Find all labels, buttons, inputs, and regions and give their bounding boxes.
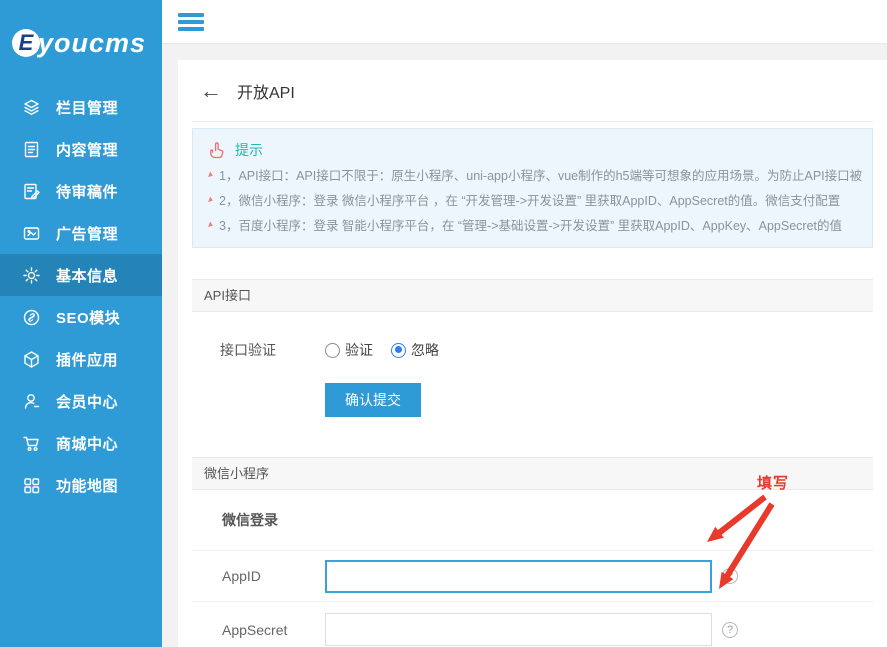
page-title: 开放API [237, 79, 295, 103]
sidebar-menu: 栏目管理 内容管理 待审稿件 广告管理 [0, 86, 162, 506]
verify-radio-group: 验证 忽略 [325, 340, 457, 360]
sidebar-item-label: 会员中心 [56, 391, 118, 412]
logo-text: youcms [38, 28, 146, 59]
help-question-icon[interactable]: ? [722, 622, 738, 638]
sidebar-item-content-manage[interactable]: 内容管理 [0, 128, 162, 170]
sidebar-item-label: 商城中心 [56, 433, 118, 454]
sidebar-item-member-center[interactable]: 会员中心 [0, 380, 162, 422]
help-question-icon[interactable]: ? [722, 568, 738, 584]
sidebar-item-label: 栏目管理 [56, 97, 118, 118]
wechat-login-subheader: 微信登录 [192, 490, 873, 551]
sidebar-item-basic-info[interactable]: 基本信息 [0, 254, 162, 296]
page-header: ← 开放API [192, 60, 873, 122]
appid-input[interactable] [325, 560, 712, 593]
sidebar-item-ad-manage[interactable]: 广告管理 [0, 212, 162, 254]
sidebar-item-label: 插件应用 [56, 349, 118, 370]
appid-label: AppID [222, 568, 325, 584]
sidebar-item-column-manage[interactable]: 栏目管理 [0, 86, 162, 128]
radio-checked-icon[interactable] [391, 343, 406, 358]
cart-icon [22, 434, 41, 453]
grid-icon [22, 476, 41, 495]
api-verify-row: 接口验证 验证 忽略 [220, 340, 873, 360]
tip-line: 1，API接口：API接口不限于：原生小程序、uni-app小程序、vue制作的… [207, 162, 858, 187]
tip-line: 2，微信小程序：登录 微信小程序平台 ，在 “开发管理->开发设置” 里获取Ap… [207, 187, 858, 212]
pointing-hand-icon [207, 140, 227, 160]
radio-option-verify[interactable]: 验证 [325, 340, 373, 360]
eyoucms-logo[interactable]: E youcms [0, 0, 162, 68]
member-icon [22, 392, 41, 411]
hamburger-icon[interactable] [178, 13, 204, 31]
bullet-marker-icon [208, 221, 214, 228]
tips-box: 提示 1，API接口：API接口不限于：原生小程序、uni-app小程序、vue… [192, 128, 873, 248]
main-panel: ← 开放API 提示 1，API接口：API接口不限于：原生小程序、uni-ap… [178, 60, 887, 647]
radio-option-ignore[interactable]: 忽略 [391, 340, 439, 360]
appsecret-row: AppSecret ? [192, 602, 873, 647]
sidebar-item-feature-map[interactable]: 功能地图 [0, 464, 162, 506]
submit-button[interactable]: 确认提交 [325, 383, 421, 417]
content-doc-icon [22, 140, 41, 159]
sidebar-item-label: 待审稿件 [56, 181, 118, 202]
radio-unchecked-icon[interactable] [325, 343, 340, 358]
page: E youcms 栏目管理 内容管理 待审稿件 [0, 0, 887, 647]
topbar [162, 0, 887, 44]
sidebar-item-label: SEO模块 [56, 307, 120, 328]
sidebar-item-label: 广告管理 [56, 223, 118, 244]
pending-doc-icon [22, 182, 41, 201]
sidebar-item-pending-articles[interactable]: 待审稿件 [0, 170, 162, 212]
appsecret-label: AppSecret [222, 622, 325, 638]
tips-title: 提示 [235, 140, 263, 160]
sidebar-item-mall-center[interactable]: 商城中心 [0, 422, 162, 464]
gear-icon [22, 266, 41, 285]
tip-text: 2，微信小程序：登录 微信小程序平台 ，在 “开发管理->开发设置” 里获取Ap… [219, 190, 840, 209]
radio-label: 忽略 [411, 340, 439, 360]
ad-icon [22, 224, 41, 243]
bullet-marker-icon [208, 196, 214, 203]
tip-text: 1，API接口：API接口不限于：原生小程序、uni-app小程序、vue制作的… [219, 165, 862, 184]
tip-text: 3，百度小程序：登录 智能小程序平台，在 “管理->基础设置->开发设置” 里获… [219, 215, 842, 234]
plugin-cube-icon [22, 350, 41, 369]
sidebar: E youcms 栏目管理 内容管理 待审稿件 [0, 0, 162, 647]
appid-row: AppID ? [192, 551, 873, 602]
sidebar-item-label: 功能地图 [56, 475, 118, 496]
field-label: 接口验证 [220, 340, 325, 360]
sidebar-item-label: 内容管理 [56, 139, 118, 160]
back-arrow-icon[interactable]: ← [200, 80, 222, 102]
tip-line: 3，百度小程序：登录 智能小程序平台，在 “管理->基础设置->开发设置” 里获… [207, 212, 858, 237]
appsecret-input[interactable] [325, 613, 712, 646]
bullet-marker-icon [208, 171, 214, 178]
tips-header: 提示 [207, 138, 858, 162]
sidebar-item-seo-module[interactable]: SEO模块 [0, 296, 162, 338]
annotation-text: 填写 [757, 472, 789, 493]
seo-link-icon [22, 308, 41, 327]
logo-letter: E [12, 29, 40, 57]
sidebar-item-plugin-apps[interactable]: 插件应用 [0, 338, 162, 380]
sidebar-item-label: 基本信息 [56, 265, 118, 286]
section-header-api: API接口 [192, 279, 873, 312]
radio-label: 验证 [345, 340, 373, 360]
api-form: 接口验证 验证 忽略 确认提交 [192, 312, 873, 417]
layers-icon [22, 98, 41, 117]
